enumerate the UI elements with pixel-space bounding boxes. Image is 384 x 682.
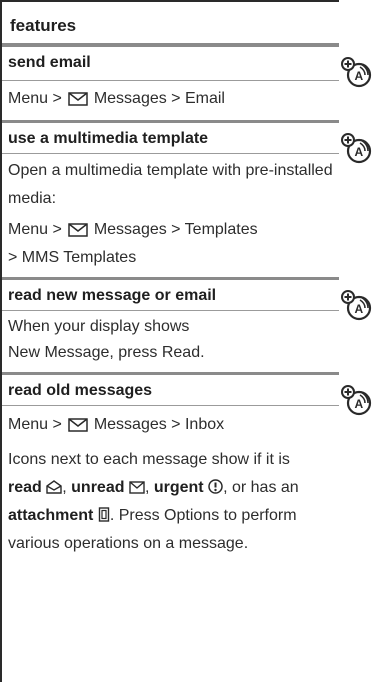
- messages-envelope-icon: [68, 92, 88, 106]
- section-title-text: send email: [8, 54, 91, 71]
- inbox-path-text: Messages > Inbox: [93, 416, 225, 433]
- section-read-old-title: read old messages A: [2, 372, 372, 416]
- templates-path: Menu > Messages > Templates: [8, 219, 334, 241]
- read-label: read: [8, 479, 42, 496]
- unread-label: unread: [71, 479, 125, 496]
- svg-text:A: A: [355, 397, 364, 411]
- operations-text: various operations on a message.: [8, 535, 249, 552]
- network-feature-icon: A: [341, 57, 372, 88]
- features-table: features send email A Menu > Messages > …: [0, 0, 372, 682]
- send-email-path: Menu > Messages > Email: [8, 88, 334, 110]
- icons-intro-text: Icons next to each message show if it is: [8, 451, 290, 468]
- templates-path-text: Messages > Templates: [93, 221, 258, 238]
- mms-templates-path: > MMS Templates: [8, 249, 137, 266]
- attachment-line: attachment . Press Options to perform: [8, 502, 338, 530]
- multimedia-template-description: Open a multimedia template with pre-inst…: [8, 162, 333, 207]
- section-send-email-title: send email A: [2, 47, 372, 88]
- svg-text:A: A: [355, 302, 364, 316]
- messages-envelope-icon: [68, 418, 88, 432]
- section-title-text: use a multimedia template: [8, 130, 209, 147]
- section-read-new-title: read new message or email A: [2, 277, 372, 321]
- icons-legend-line: read , unread , urgent , or has an: [8, 479, 299, 496]
- features-header: features: [2, 0, 339, 47]
- inbox-path: Menu > Messages > Inbox: [8, 414, 334, 436]
- attachment-icon: [98, 507, 110, 522]
- urgent-label: urgent: [153, 479, 204, 496]
- network-feature-icon: A: [341, 385, 372, 416]
- unread-message-icon: [129, 481, 145, 494]
- section-title-text: read new message or email: [8, 287, 217, 304]
- read-message-icon: [46, 480, 62, 494]
- urgent-message-icon: [208, 479, 223, 494]
- attachment-label: attachment: [8, 507, 94, 524]
- menu-text: Menu >: [8, 221, 62, 238]
- menu-text: Menu >: [8, 416, 62, 433]
- read-new-desc-line1: When your display shows: [8, 318, 190, 335]
- svg-text:A: A: [355, 69, 364, 83]
- features-title: features: [10, 16, 77, 35]
- section-multimedia-template-title: use a multimedia template A: [2, 120, 372, 164]
- network-feature-icon: A: [341, 133, 372, 164]
- or-has-an-text: , or has an: [223, 479, 299, 496]
- messages-envelope-icon: [68, 223, 88, 237]
- svg-text:A: A: [355, 145, 364, 159]
- network-feature-icon: A: [341, 290, 372, 321]
- read-new-desc-line2: New Message, press Read.: [8, 344, 205, 361]
- section-title-text: read old messages: [8, 382, 153, 399]
- messages-path-text: Messages > Email: [93, 90, 225, 107]
- manual-page: features send email A Menu > Messages > …: [0, 0, 384, 682]
- menu-text: Menu >: [8, 90, 62, 107]
- message-icons-description: Icons next to each message show if it is…: [2, 446, 338, 558]
- press-options-text: . Press Options to perform: [109, 507, 297, 524]
